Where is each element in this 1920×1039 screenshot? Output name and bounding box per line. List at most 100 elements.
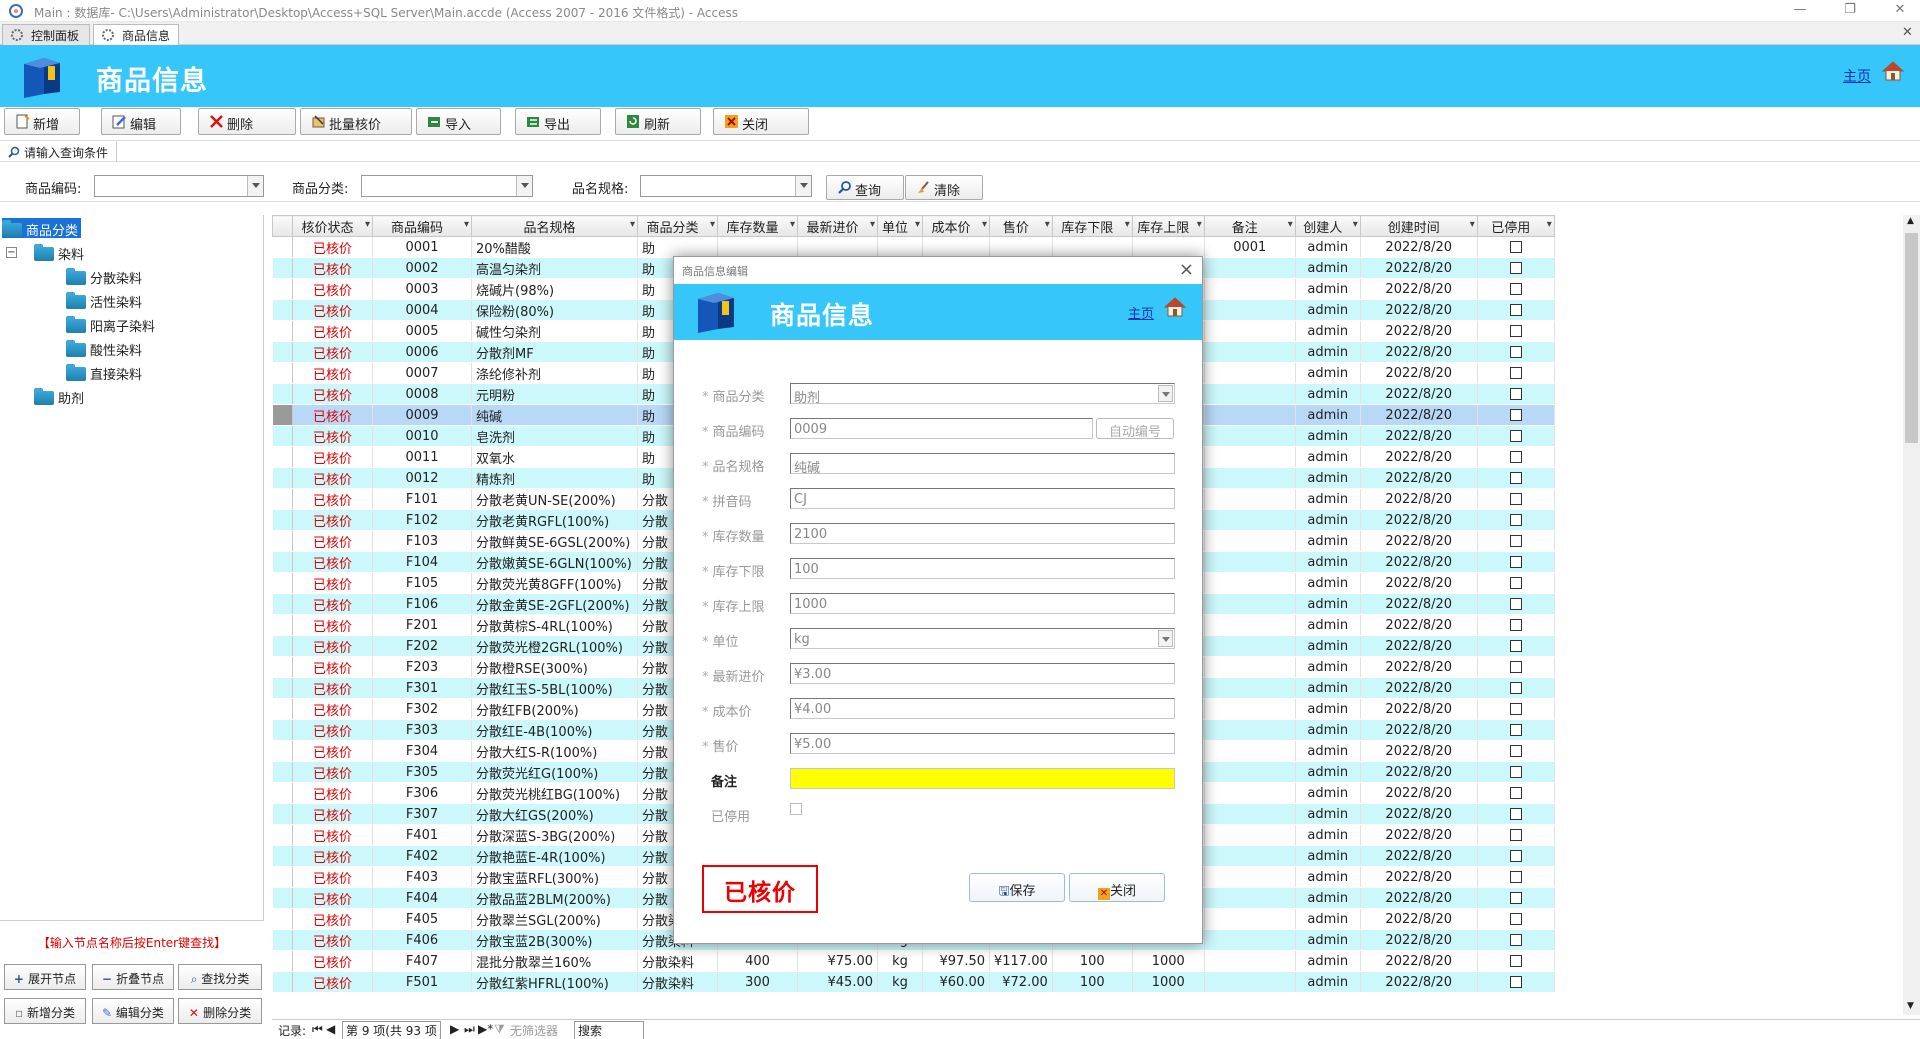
cell-status[interactable]: 已核价 [292, 404, 373, 426]
cell-note[interactable] [1204, 845, 1296, 867]
cell-note[interactable] [1204, 572, 1296, 594]
code-field[interactable]: 0009 [790, 418, 1093, 439]
cell-note[interactable] [1204, 887, 1296, 909]
cell-status[interactable]: 已核价 [292, 845, 373, 867]
cell-note[interactable] [1204, 551, 1296, 573]
cell-status[interactable]: 已核价 [292, 950, 373, 972]
cell-date[interactable]: 2022/8/20 [1360, 593, 1478, 615]
find-category-button[interactable]: ⌕ 查找分类 [178, 964, 262, 990]
cell-max[interactable]: 1000 [1132, 950, 1205, 972]
cell-code[interactable]: F104 [372, 551, 472, 573]
cell-name[interactable]: 分散老黄UN-SE(200%) [471, 488, 638, 510]
cell-status[interactable]: 已核价 [292, 656, 373, 678]
cell-name[interactable]: 皂洗剂 [471, 425, 638, 447]
cell-user[interactable]: admin [1295, 698, 1361, 720]
cell-user[interactable]: admin [1295, 362, 1361, 384]
disabled-checkbox[interactable] [1509, 262, 1522, 274]
cell-code[interactable]: 0010 [372, 425, 472, 447]
cell-date[interactable]: 2022/8/20 [1360, 698, 1478, 720]
cell-note[interactable] [1204, 446, 1296, 468]
cell-name[interactable]: 涤纶修补剂 [471, 362, 638, 384]
cell-date[interactable]: 2022/8/20 [1360, 845, 1478, 867]
clear-button[interactable]: 清除 [905, 175, 983, 200]
tree-node-dye[interactable]: 染料 [34, 242, 87, 263]
table-row[interactable]: 已核价 0001 20%醋酸助 0001 admin 2022/8/20 [272, 236, 1555, 258]
disabled-checkbox[interactable] [1509, 745, 1522, 757]
column-header[interactable]: 库存下限 [1051, 215, 1133, 237]
cell-date[interactable]: 2022/8/20 [1360, 866, 1478, 888]
cell-name[interactable]: 分散黄棕S-4RL(100%) [471, 614, 638, 636]
cell-code[interactable]: F202 [372, 635, 472, 657]
cell-code[interactable]: F403 [372, 866, 472, 888]
auto-number-button[interactable]: 自动编号 [1096, 418, 1174, 440]
first-record-icon[interactable]: ⏮ [312, 1022, 323, 1037]
cell-date[interactable]: 2022/8/20 [1360, 761, 1478, 783]
cell-code[interactable]: F201 [372, 614, 472, 636]
cell-note[interactable] [1204, 488, 1296, 510]
pinyin-field[interactable]: CJ [790, 488, 1175, 509]
restore-button[interactable]: ❐ [1835, 2, 1865, 20]
cell-status[interactable]: 已核价 [292, 446, 373, 468]
cell-name[interactable]: 分散荧光桃红BG(100%) [471, 782, 638, 804]
cell-name[interactable]: 元明粉 [471, 383, 638, 405]
sale-price-field[interactable]: ¥5.00 [790, 733, 1175, 754]
dialog-close-icon[interactable]: × [1179, 259, 1194, 280]
collapse-node-icon[interactable]: − [6, 247, 17, 258]
column-header[interactable]: 商品分类 [637, 215, 718, 237]
cell-sale[interactable]: ¥72.00 [989, 971, 1053, 993]
disabled-checkbox[interactable] [1509, 388, 1522, 400]
cell-date[interactable]: 2022/8/20 [1360, 740, 1478, 762]
column-header[interactable]: 备注 [1203, 215, 1296, 237]
cell-status[interactable]: 已核价 [292, 383, 373, 405]
cell-name[interactable]: 分散金黄SE-2GFL(200%) [471, 593, 638, 615]
prev-record-icon[interactable]: ◀ [326, 1022, 335, 1036]
row-selector[interactable] [272, 929, 293, 951]
cell-user[interactable]: admin [1295, 635, 1361, 657]
expand-nodes-button[interactable]: + 展开节点 [4, 964, 86, 990]
column-header[interactable]: 库存数量 [717, 215, 798, 237]
cell-name[interactable]: 分散品蓝2BLM(200%) [471, 887, 638, 909]
row-selector[interactable] [272, 572, 293, 594]
cell-status[interactable]: 已核价 [292, 320, 373, 342]
cell-user[interactable]: admin [1295, 614, 1361, 636]
cell-user[interactable]: admin [1295, 824, 1361, 846]
close-window-button[interactable]: ✕ [1885, 2, 1915, 20]
cell-note[interactable] [1204, 467, 1296, 489]
cell-name[interactable]: 分散老黄RGFL(100%) [471, 509, 638, 531]
cell-code[interactable]: 0002 [372, 257, 472, 279]
spec-filter-combo[interactable] [640, 175, 812, 197]
scroll-down-icon[interactable]: ▼ [1907, 1001, 1914, 1011]
disabled-checkbox[interactable] [1509, 535, 1522, 547]
column-header[interactable]: 品名规格 [471, 215, 638, 237]
disabled-checkbox[interactable] [1509, 619, 1522, 631]
disabled-checkbox[interactable] [1509, 871, 1522, 883]
min-stock-field[interactable]: 100 [790, 558, 1175, 579]
cell-status[interactable]: 已核价 [292, 740, 373, 762]
cell-status[interactable]: 已核价 [292, 677, 373, 699]
cell-note[interactable] [1204, 719, 1296, 741]
new-button[interactable]: 新增 [4, 108, 80, 135]
vertical-scrollbar[interactable]: ▲ ▼ [1903, 215, 1920, 1015]
cell-cat[interactable]: 分散染料 [637, 971, 718, 993]
cell-status[interactable]: 已核价 [292, 782, 373, 804]
cell-status[interactable]: 已核价 [292, 971, 373, 993]
row-selector[interactable] [272, 698, 293, 720]
cell-date[interactable]: 2022/8/20 [1360, 803, 1478, 825]
row-selector[interactable] [272, 950, 293, 972]
cell-code[interactable]: F305 [372, 761, 472, 783]
cell-unit[interactable] [877, 236, 923, 258]
disabled-checkbox[interactable] [1509, 892, 1522, 904]
home-link[interactable]: 主页 [1843, 66, 1871, 86]
cell-date[interactable]: 2022/8/20 [1360, 719, 1478, 741]
cell-date[interactable]: 2022/8/20 [1360, 236, 1478, 258]
chevron-down-icon[interactable] [516, 176, 532, 196]
cell-min[interactable]: 100 [1052, 971, 1133, 993]
cell-note[interactable] [1204, 824, 1296, 846]
cell-note[interactable] [1204, 383, 1296, 405]
cell-status[interactable]: 已核价 [292, 572, 373, 594]
cell-code[interactable]: F401 [372, 824, 472, 846]
close-button[interactable]: 关闭 [713, 108, 809, 135]
cell-status[interactable]: 已核价 [292, 698, 373, 720]
disabled-checkbox[interactable] [1509, 577, 1522, 589]
cell-name[interactable]: 分散大红S-R(100%) [471, 740, 638, 762]
